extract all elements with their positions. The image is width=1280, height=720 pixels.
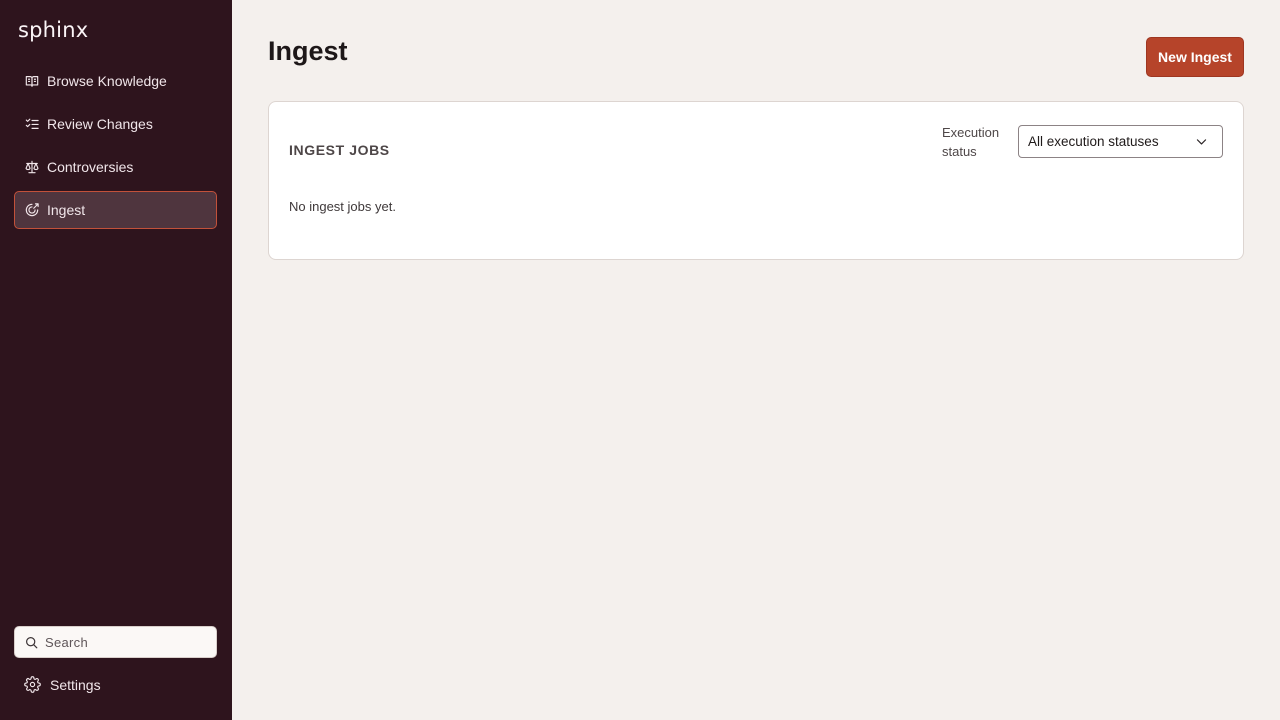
scale-icon xyxy=(25,160,39,174)
sidebar-item-ingest[interactable]: Ingest xyxy=(14,191,217,229)
card-title: INGEST JOBS xyxy=(289,142,390,158)
app-logo: sphinx xyxy=(18,18,89,42)
new-ingest-button[interactable]: New Ingest xyxy=(1146,37,1244,77)
ingest-jobs-card: INGEST JOBS Execution status All executi… xyxy=(268,101,1244,260)
sidebar-item-label: Controversies xyxy=(47,159,134,175)
settings-link[interactable]: Settings xyxy=(24,676,101,693)
execution-status-label: Execution status xyxy=(942,125,1000,159)
sidebar-item-browse-knowledge[interactable]: Browse Knowledge xyxy=(14,62,217,100)
execution-status-select[interactable]: All execution statuses xyxy=(1018,125,1223,158)
page-title: Ingest xyxy=(268,36,348,66)
sidebar-item-review-changes[interactable]: Review Changes xyxy=(14,105,217,143)
ingest-icon xyxy=(25,203,39,217)
sidebar-nav: Browse Knowledge Review Changes Controve… xyxy=(14,62,217,234)
select-value: All execution statuses xyxy=(1028,134,1159,149)
search-input[interactable] xyxy=(45,634,205,650)
sidebar-item-controversies[interactable]: Controversies xyxy=(14,148,217,186)
gear-icon xyxy=(24,676,41,693)
empty-state-text: No ingest jobs yet. xyxy=(289,199,396,214)
settings-label: Settings xyxy=(50,676,101,693)
checklist-icon xyxy=(25,117,39,131)
sidebar-item-label: Browse Knowledge xyxy=(47,73,167,89)
sidebar-search[interactable] xyxy=(14,626,217,658)
sidebar-item-label: Review Changes xyxy=(47,116,153,132)
search-icon xyxy=(26,636,38,648)
chevron-down-icon xyxy=(1196,139,1207,145)
sidebar: sphinx Browse Knowledge Review Changes C… xyxy=(0,0,232,720)
book-icon xyxy=(25,74,39,88)
sidebar-item-label: Ingest xyxy=(47,202,86,218)
